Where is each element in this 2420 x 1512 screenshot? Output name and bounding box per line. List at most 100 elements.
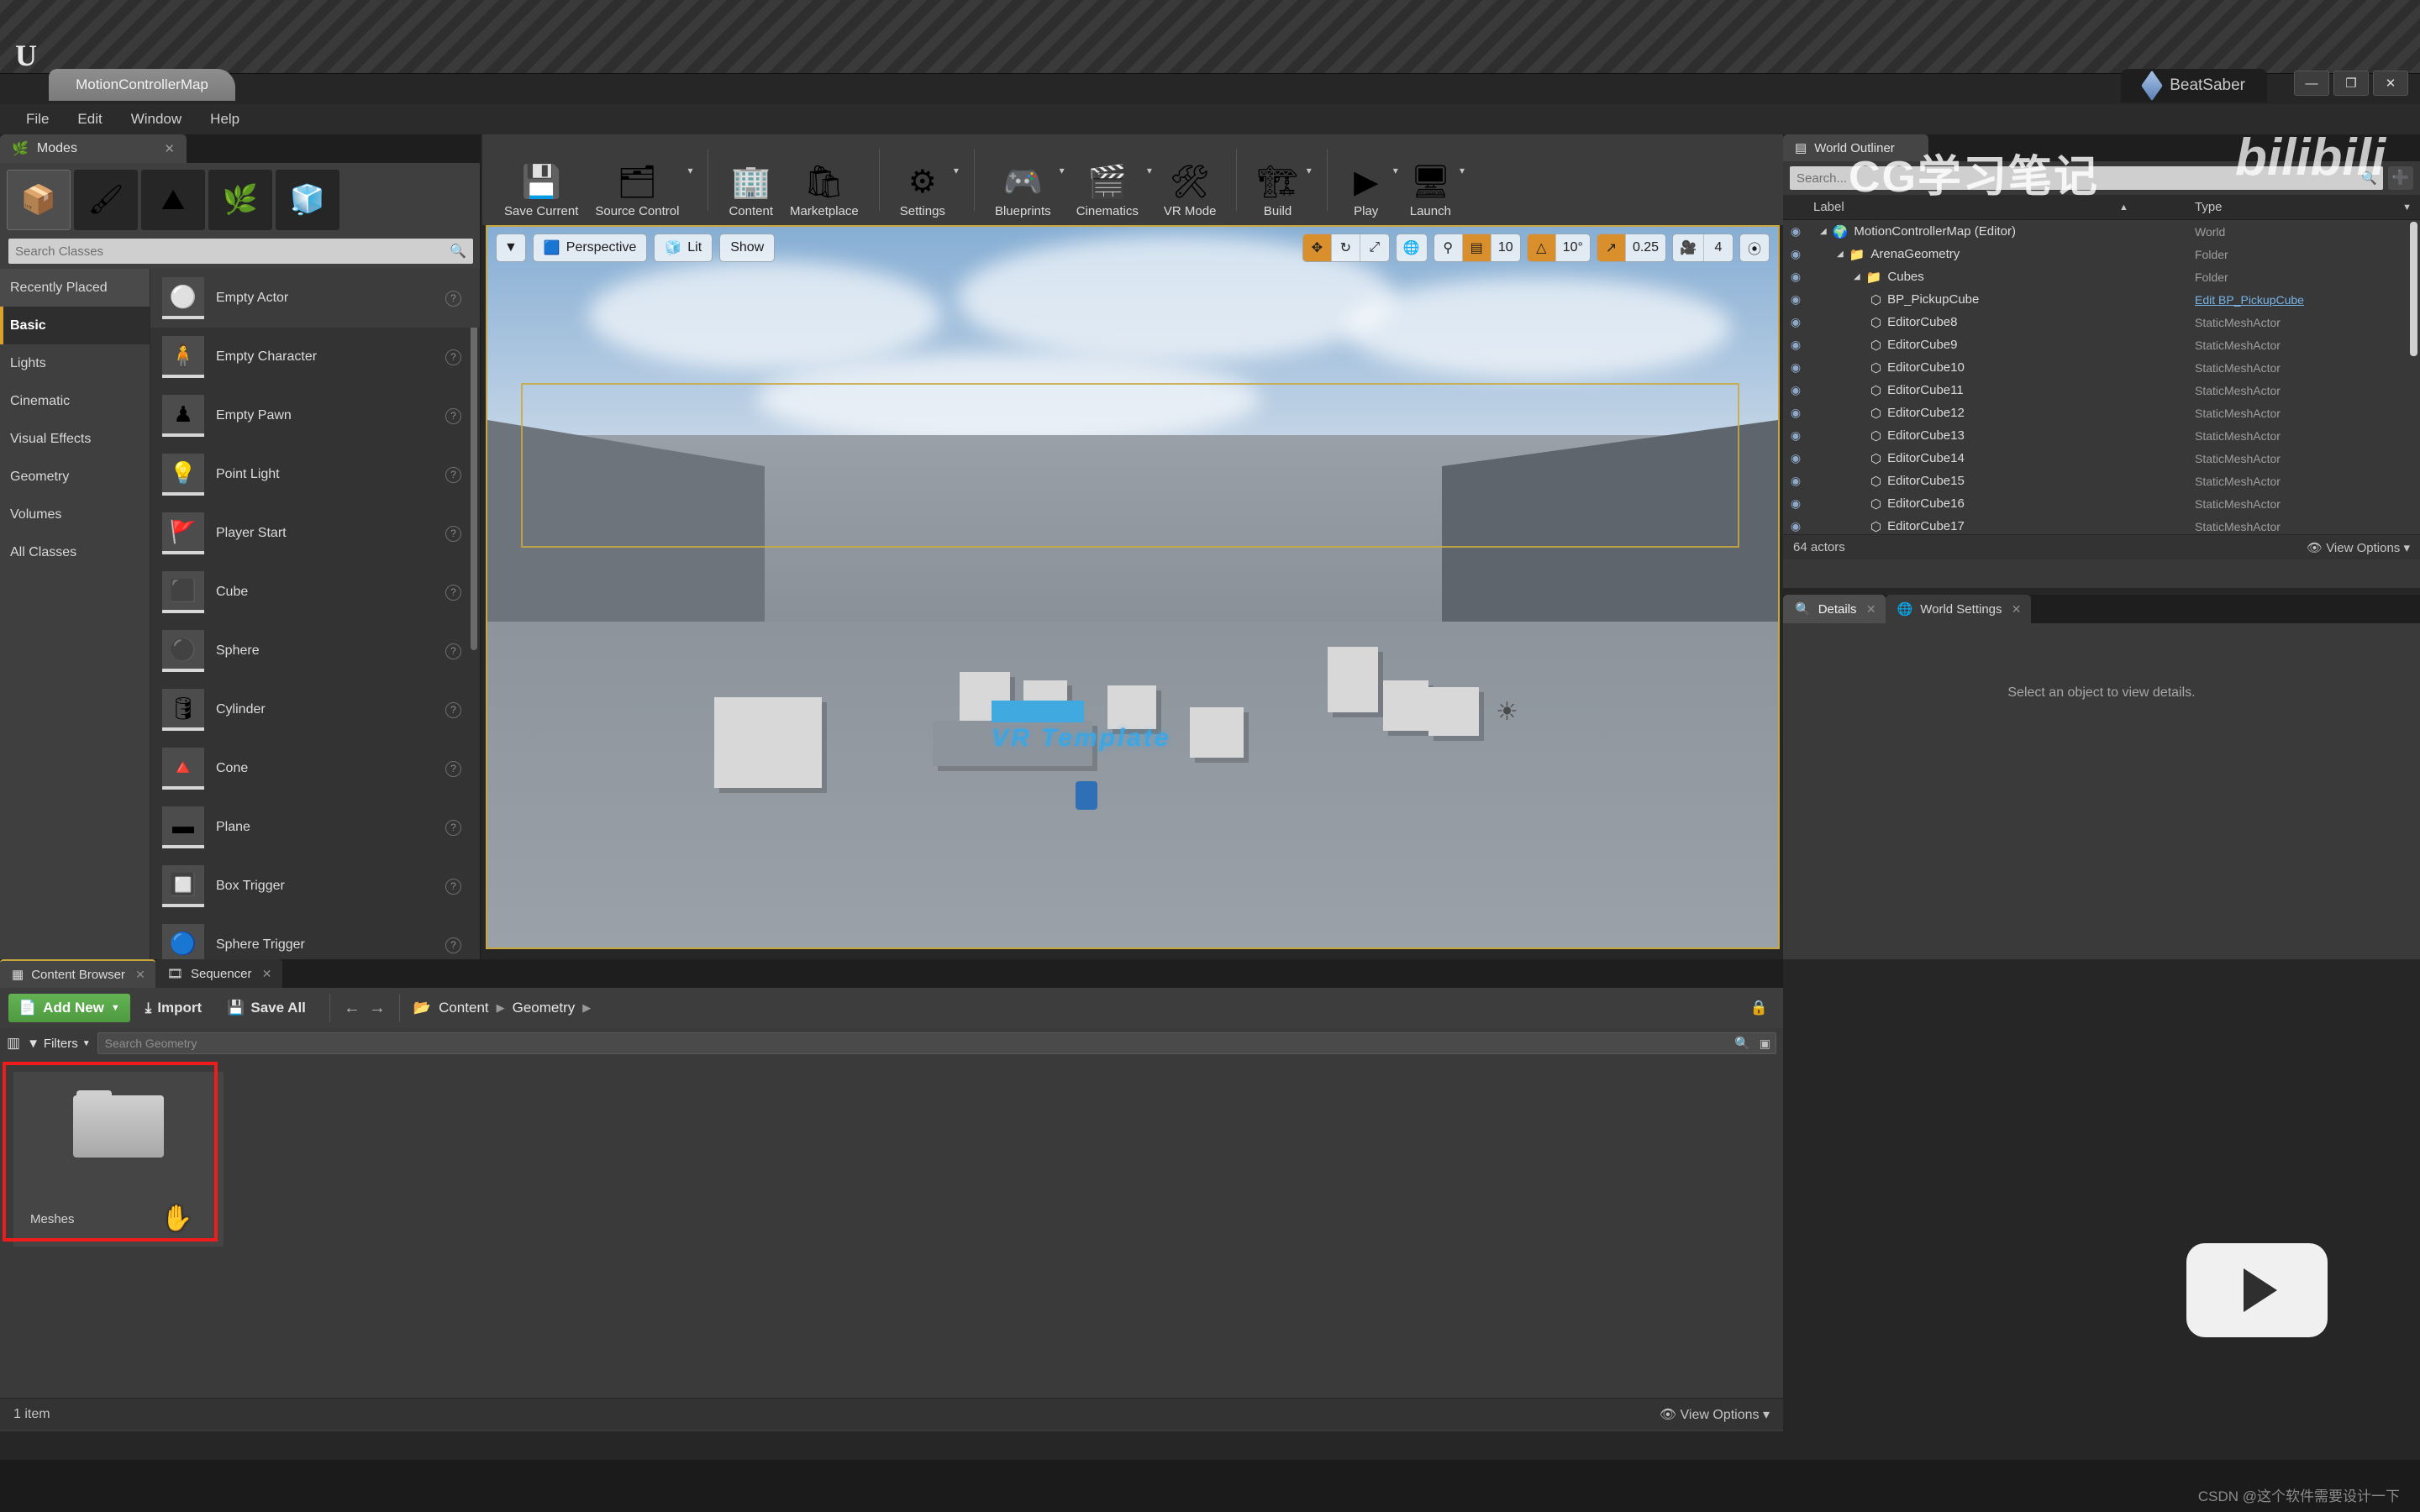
- placement-category-basic[interactable]: Basic: [0, 307, 150, 344]
- column-filter-icon[interactable]: ▼: [2402, 202, 2412, 213]
- outliner-col-label[interactable]: Label: [1783, 200, 2195, 214]
- scale-snap-toggle[interactable]: ↗: [1597, 234, 1626, 261]
- help-icon[interactable]: ?: [445, 937, 461, 953]
- tab-world-settings-close-icon[interactable]: ✕: [2012, 602, 2022, 617]
- menu-help[interactable]: Help: [196, 108, 254, 131]
- import-button[interactable]: ⤓ Import: [135, 994, 212, 1022]
- toolbar-launch-button[interactable]: 🖥 Launch: [1402, 155, 1460, 225]
- toolbar-vr-mode-button[interactable]: 🛠 VR Mode: [1155, 155, 1225, 225]
- angle-size-value[interactable]: 10°: [1556, 234, 1590, 261]
- breadcrumb-geometry[interactable]: Geometry: [513, 1000, 576, 1016]
- visibility-eye-icon[interactable]: ◉: [1783, 406, 1808, 420]
- placement-category-visual-effects[interactable]: Visual Effects: [0, 420, 150, 458]
- foliage-mode-icon[interactable]: 🌿: [208, 170, 272, 230]
- toolbar-build-button[interactable]: 🏗 Build: [1249, 155, 1306, 225]
- toolbar-marketplace-button[interactable]: 🛍 Marketplace: [781, 155, 867, 225]
- add-new-button[interactable]: 📄 Add New ▼: [8, 994, 130, 1022]
- sources-panel-toggle-icon[interactable]: ▥: [7, 1035, 20, 1052]
- tab-details-close-icon[interactable]: ✕: [1866, 602, 1876, 617]
- placement-item-cylinder[interactable]: 🛢 Cylinder?: [150, 680, 480, 739]
- level-viewport[interactable]: ☀ VR Template Z X Y ▼ 🟦 Perspective 🧊 Li…: [486, 225, 1780, 949]
- content-search-input[interactable]: Search Geometry 🔍 ▣: [97, 1032, 1776, 1054]
- lock-icon[interactable]: 🔒: [1750, 1000, 1775, 1016]
- placement-item-plane[interactable]: ▬ Plane?: [150, 798, 480, 857]
- outliner-row[interactable]: ◉ ⬡ EditorCube11 StaticMeshActor: [1783, 379, 2420, 402]
- tab-content-browser[interactable]: ▦ Content Browser ✕: [0, 959, 155, 988]
- placement-category-recently-placed[interactable]: Recently Placed: [0, 269, 150, 307]
- menu-window[interactable]: Window: [117, 108, 196, 131]
- chevron-down-icon[interactable]: ▾: [1060, 165, 1068, 195]
- placement-item-cube[interactable]: ⬛ Cube?: [150, 563, 480, 622]
- translate-tool[interactable]: ✥: [1302, 234, 1332, 261]
- asset-tile-meshes[interactable]: Meshes ✋: [13, 1072, 224, 1247]
- viewport-options-menu[interactable]: ▼: [496, 234, 526, 262]
- placement-category-cinematic[interactable]: Cinematic: [0, 382, 150, 420]
- search-classes-input[interactable]: Search Classes 🔍: [8, 239, 473, 264]
- landscape-mode-icon[interactable]: ⛰: [141, 170, 205, 230]
- placement-item-point-light[interactable]: 💡 Point Light?: [150, 445, 480, 504]
- map-tab[interactable]: MotionControllerMap: [49, 69, 235, 101]
- chevron-down-icon[interactable]: ▾: [1393, 165, 1402, 195]
- toolbar-cinematics-button[interactable]: 🎬 Cinematics: [1068, 155, 1147, 225]
- toolbar-save-current-button[interactable]: 💾 Save Current: [496, 155, 587, 225]
- visibility-eye-icon[interactable]: ◉: [1783, 451, 1808, 465]
- visibility-eye-icon[interactable]: ◉: [1783, 428, 1808, 443]
- nav-forward-button[interactable]: →: [369, 999, 386, 1018]
- chevron-down-icon[interactable]: ▾: [1307, 165, 1315, 195]
- outliner-row[interactable]: ◉ ⬡ EditorCube16 StaticMeshActor: [1783, 492, 2420, 515]
- outliner-row[interactable]: ◉ ⬡ EditorCube8 StaticMeshActor: [1783, 311, 2420, 333]
- place-mode-icon[interactable]: 📦: [7, 170, 71, 230]
- save-all-button[interactable]: 💾 Save All: [217, 994, 316, 1022]
- outliner-row[interactable]: ◉ ⬡ EditorCube10 StaticMeshActor: [1783, 356, 2420, 379]
- outliner-row[interactable]: ◉ ◢ 📁 Cubes Folder: [1783, 265, 2420, 288]
- chevron-down-icon[interactable]: ▾: [1147, 165, 1155, 195]
- placement-item-sphere[interactable]: ⚫ Sphere?: [150, 622, 480, 680]
- visibility-eye-icon[interactable]: ◉: [1783, 247, 1808, 261]
- visibility-eye-icon[interactable]: ◉: [1783, 383, 1808, 397]
- tab-sequencer[interactable]: 🎞 Sequencer ✕: [155, 959, 282, 988]
- help-icon[interactable]: ?: [445, 290, 461, 307]
- toolbar-play-button[interactable]: ▶ Play: [1339, 155, 1393, 225]
- grid-snap-toggle[interactable]: ▤: [1462, 234, 1491, 261]
- tab-world-outliner[interactable]: ▤ World Outliner: [1783, 134, 1928, 161]
- rotate-tool[interactable]: ↻: [1332, 234, 1360, 261]
- help-icon[interactable]: ?: [445, 525, 461, 542]
- world-coords-toggle[interactable]: 🌐: [1397, 234, 1427, 261]
- viewport-lighting-mode[interactable]: 🧊 Lit: [654, 234, 713, 262]
- tab-details[interactable]: 🔍 Details ✕: [1783, 595, 1886, 623]
- saved-search-icon[interactable]: ▣: [1760, 1037, 1770, 1051]
- visibility-eye-icon[interactable]: ◉: [1783, 496, 1808, 511]
- help-icon[interactable]: ?: [445, 878, 461, 895]
- chevron-down-icon[interactable]: ▾: [687, 165, 696, 195]
- outliner-add-button[interactable]: ➕: [2388, 166, 2413, 190]
- viewport-camera-mode[interactable]: 🟦 Perspective: [532, 234, 648, 262]
- chevron-down-icon[interactable]: ▾: [954, 165, 962, 195]
- outliner-row[interactable]: ◉ ⬡ EditorCube13 StaticMeshActor: [1783, 424, 2420, 447]
- close-button[interactable]: ✕: [2373, 71, 2408, 96]
- help-icon[interactable]: ?: [445, 466, 461, 483]
- minimize-button[interactable]: —: [2294, 71, 2329, 96]
- surface-snap-toggle[interactable]: ⚲: [1434, 234, 1463, 261]
- tab-content-browser-close-icon[interactable]: ✕: [135, 968, 145, 982]
- expand-caret-icon[interactable]: ◢: [1854, 272, 1860, 281]
- scale-size-value[interactable]: 0.25: [1626, 234, 1665, 261]
- placement-item-box-trigger[interactable]: 🔲 Box Trigger?: [150, 857, 480, 916]
- outliner-row[interactable]: ◉ ◢ 🌍 MotionControllerMap (Editor) World: [1783, 220, 2420, 243]
- placement-item-empty-pawn[interactable]: ♟ Empty Pawn?: [150, 386, 480, 445]
- visibility-eye-icon[interactable]: ◉: [1783, 338, 1808, 352]
- outliner-type[interactable]: Edit BP_PickupCube: [2195, 293, 2420, 307]
- help-icon[interactable]: ?: [445, 349, 461, 365]
- outliner-row[interactable]: ◉ ⬡ EditorCube14 StaticMeshActor: [1783, 447, 2420, 470]
- maximize-button[interactable]: ❐: [2333, 71, 2369, 96]
- visibility-eye-icon[interactable]: ◉: [1783, 292, 1808, 307]
- placement-item-empty-character[interactable]: 🧍 Empty Character?: [150, 328, 480, 386]
- viewport-show-menu[interactable]: Show: [719, 234, 776, 262]
- filters-button[interactable]: ▼ Filters ▼: [27, 1037, 91, 1051]
- tab-modes[interactable]: 🌿 Modes ✕: [0, 134, 187, 163]
- outliner-search-input[interactable]: Search... 🔍: [1790, 166, 2383, 190]
- camera-speed-icon[interactable]: 🎥: [1673, 234, 1704, 261]
- content-view-options-button[interactable]: 👁 View Options ▾: [1660, 1406, 1770, 1423]
- outliner-row[interactable]: ◉ ◢ 📁 ArenaGeometry Folder: [1783, 243, 2420, 265]
- visibility-eye-icon[interactable]: ◉: [1783, 360, 1808, 375]
- visibility-eye-icon[interactable]: ◉: [1783, 474, 1808, 488]
